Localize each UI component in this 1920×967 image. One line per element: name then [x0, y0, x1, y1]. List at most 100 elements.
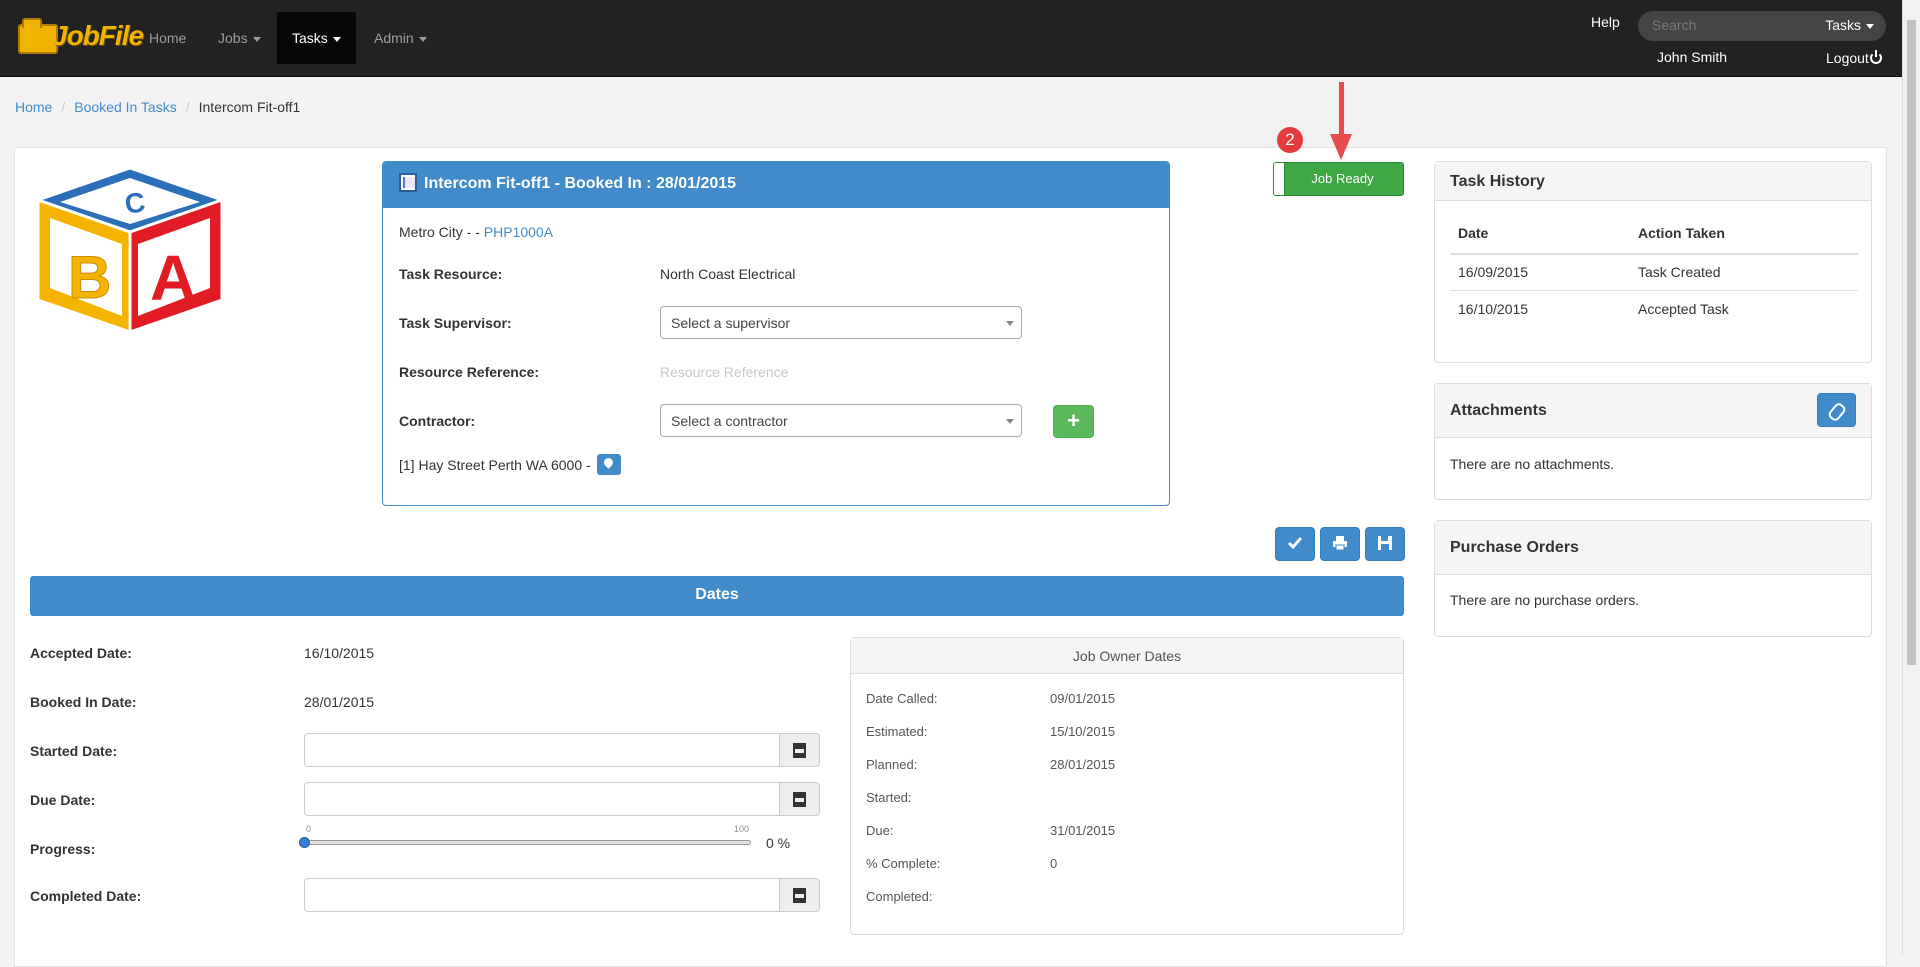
- svg-text:C: C: [123, 186, 147, 220]
- svg-text:A: A: [150, 242, 196, 314]
- estimated-value: 15/10/2015: [1050, 724, 1116, 739]
- calendar-icon[interactable]: [779, 783, 819, 815]
- calendar-icon[interactable]: [779, 734, 819, 766]
- task-panel-header: Intercom Fit-off1 - Booked In : 28/01/20…: [383, 162, 1169, 208]
- help-link[interactable]: Help: [1591, 14, 1620, 30]
- task-details-panel: Intercom Fit-off1 - Booked In : 28/01/20…: [382, 161, 1170, 506]
- save-icon: [1378, 536, 1392, 550]
- nav-home[interactable]: Home: [134, 12, 201, 64]
- svg-text:B: B: [68, 244, 111, 311]
- history-row-2-date: 16/10/2015: [1458, 301, 1529, 317]
- task-resource-label: Task Resource:: [399, 266, 503, 282]
- nav-jobs[interactable]: Jobs: [203, 12, 276, 64]
- breadcrumb-booked-in-tasks[interactable]: Booked In Tasks: [74, 99, 176, 115]
- started-date-input[interactable]: [304, 733, 820, 767]
- logout-label: Logout: [1826, 50, 1869, 66]
- history-col-action: Action Taken: [1638, 225, 1725, 241]
- calendar-icon[interactable]: [779, 879, 819, 911]
- attachments-header: Attachments: [1435, 384, 1871, 438]
- purchase-orders-empty: There are no purchase orders.: [1450, 592, 1640, 608]
- print-icon: [1333, 536, 1347, 551]
- annotation-step-badge: 2: [1277, 127, 1303, 153]
- nav-tasks-label: Tasks: [292, 30, 328, 46]
- contractor-select[interactable]: Select a contractor: [660, 404, 1022, 437]
- job-owner-dates-title: Job Owner Dates: [851, 638, 1403, 674]
- print-button[interactable]: [1320, 527, 1360, 561]
- attachments-title: Attachments: [1450, 402, 1547, 419]
- jobfile-logo[interactable]: JobFile: [14, 10, 144, 60]
- attachments-empty: There are no attachments.: [1450, 456, 1615, 472]
- breadcrumb: Home / Booked In Tasks / Intercom Fit-off1: [15, 99, 301, 115]
- task-address: [1] Hay Street Perth WA 6000 -: [399, 454, 621, 475]
- percent-complete-value: 0: [1050, 856, 1058, 871]
- abc-block-image: C B A: [33, 166, 227, 335]
- nav-admin-label: Admin: [374, 30, 414, 46]
- planned-value: 28/01/2015: [1050, 757, 1116, 772]
- search-scope-dropdown[interactable]: Tasks: [1825, 17, 1874, 33]
- task-address-text: [1] Hay Street Perth WA 6000 -: [399, 457, 591, 473]
- started-label: Started:: [866, 790, 912, 805]
- map-marker-icon[interactable]: [596, 454, 621, 475]
- caret-down-icon: [1866, 23, 1874, 29]
- contractor-label: Contractor:: [399, 413, 476, 429]
- caret-down-icon: [418, 36, 427, 42]
- power-icon: [1869, 50, 1882, 64]
- caret-down-icon: [332, 36, 341, 42]
- accepted-date-label: Accepted Date:: [30, 645, 132, 661]
- annotation-arrow-head: [1330, 134, 1352, 160]
- job-ready-toggle[interactable]: Job Ready: [1273, 162, 1404, 196]
- progress-label: Progress:: [30, 841, 96, 857]
- supervisor-select[interactable]: Select a supervisor: [660, 306, 1022, 339]
- user-name[interactable]: John Smith: [1657, 49, 1727, 65]
- top-navbar: JobFile Home Jobs Tasks Admin Help Tasks…: [0, 0, 1920, 77]
- search-input[interactable]: [1652, 17, 1802, 33]
- history-col-date: Date: [1458, 225, 1489, 241]
- breadcrumb-current: Intercom Fit-off1: [198, 99, 301, 115]
- page-scrollbar[interactable]: [1902, 0, 1920, 955]
- task-location: Metro City - - PHP1000A: [399, 224, 553, 240]
- history-row-1-action: Task Created: [1638, 264, 1721, 280]
- date-called-label: Date Called:: [866, 691, 938, 706]
- progress-slider[interactable]: [304, 840, 751, 845]
- estimated-label: Estimated:: [866, 724, 928, 739]
- check-icon: [1287, 537, 1303, 550]
- purchase-orders-panel: Purchase Orders There are no purchase or…: [1434, 520, 1872, 637]
- task-resource-value: North Coast Electrical: [660, 266, 796, 282]
- history-row-1-date: 16/09/2015: [1458, 264, 1529, 280]
- search-box: Tasks: [1638, 11, 1886, 41]
- supervisor-select-text: Select a supervisor: [671, 315, 791, 331]
- resource-reference-field[interactable]: Resource Reference: [660, 364, 788, 380]
- brand-name: JobFile: [52, 20, 144, 51]
- date-called-value: 09/01/2015: [1050, 691, 1116, 706]
- due-label: Due:: [866, 823, 894, 838]
- nav-tasks[interactable]: Tasks: [277, 12, 356, 64]
- accept-button[interactable]: [1275, 527, 1315, 561]
- scrollbar-thumb[interactable]: [1907, 20, 1916, 665]
- resource-reference-label: Resource Reference:: [399, 364, 540, 380]
- progress-slider-handle[interactable]: [299, 837, 310, 848]
- progress-max: 100: [734, 824, 750, 834]
- add-contractor-button[interactable]: +: [1053, 405, 1094, 438]
- annotation-arrow: [1339, 82, 1344, 137]
- dates-header: Dates: [30, 576, 1404, 616]
- save-button[interactable]: [1365, 527, 1405, 561]
- due-date-input[interactable]: [304, 782, 820, 816]
- location-code-link[interactable]: PHP1000A: [484, 224, 553, 240]
- breadcrumb-home[interactable]: Home: [15, 99, 52, 115]
- contractor-select-text: Select a contractor: [671, 413, 788, 429]
- completed-label: Completed:: [866, 889, 933, 904]
- caret-down-icon: [252, 36, 261, 42]
- accepted-date-value: 16/10/2015: [304, 645, 375, 661]
- paperclip-icon[interactable]: [1817, 393, 1856, 427]
- completed-date-input[interactable]: [304, 878, 820, 912]
- history-row-2-action: Accepted Task: [1638, 301, 1729, 317]
- task-history-title: Task History: [1435, 162, 1871, 201]
- document-icon: [399, 173, 417, 192]
- started-date-label: Started Date:: [30, 743, 118, 759]
- nav-admin[interactable]: Admin: [359, 12, 442, 64]
- progress-min: 0: [306, 824, 312, 834]
- task-title: Intercom Fit-off1 - Booked In : 28/01/20…: [424, 175, 737, 192]
- logout-link[interactable]: Logout: [1826, 50, 1882, 66]
- completed-date-label: Completed Date:: [30, 888, 142, 904]
- planned-label: Planned:: [866, 757, 918, 772]
